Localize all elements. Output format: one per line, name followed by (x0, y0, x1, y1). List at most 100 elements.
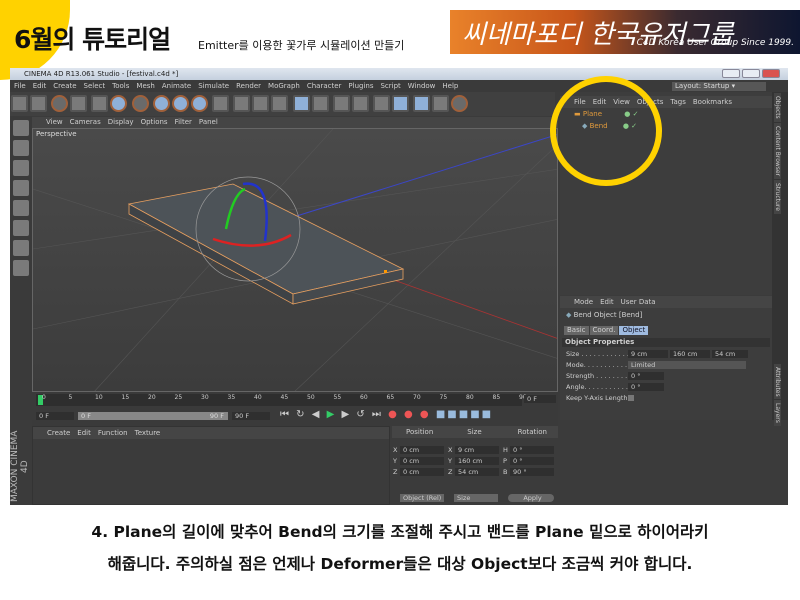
z-axis-icon[interactable] (190, 95, 208, 112)
move-tool-icon[interactable] (70, 95, 88, 112)
menu-item-help[interactable]: Help (442, 82, 458, 90)
size-z-field[interactable]: 54 cm (712, 350, 748, 358)
start-frame-field[interactable]: 0 F (36, 412, 74, 420)
menu-item-file[interactable]: File (14, 82, 26, 90)
menu-item-options[interactable]: Options (141, 118, 168, 126)
coord-mode-dropdown[interactable]: Object (Rel) (400, 494, 444, 502)
frame-range-slider[interactable]: 0 F 90 F (78, 412, 228, 420)
menu-item-create[interactable]: Create (53, 82, 76, 90)
menu-item-cameras[interactable]: Cameras (70, 118, 101, 126)
model-mode-icon[interactable] (13, 140, 29, 156)
viewport-perspective[interactable]: Perspective (32, 128, 558, 392)
menu-item-display[interactable]: Display (108, 118, 134, 126)
polygons-mode-icon[interactable] (13, 220, 29, 236)
make-editable-icon[interactable] (13, 120, 29, 136)
edges-mode-icon[interactable] (13, 200, 29, 216)
coord-field[interactable]: 54 cm (455, 468, 499, 476)
coordinate-system-icon[interactable] (212, 95, 230, 112)
coord-field[interactable]: 0 ° (510, 446, 554, 454)
rotate-tool-icon[interactable] (110, 95, 128, 112)
floor-icon[interactable] (413, 95, 431, 112)
coord-field[interactable]: 90 ° (510, 468, 554, 476)
scale-tool-icon[interactable] (91, 95, 109, 112)
coord-field[interactable]: 9 cm (455, 446, 499, 454)
undo-icon[interactable] (11, 95, 28, 112)
coord-field[interactable]: 0 cm (400, 468, 444, 476)
coord-field[interactable]: 0 cm (400, 457, 444, 465)
playback-controls[interactable]: ⏮ ↻ ◀ ▶ ▶ ↺ ⏭ ● ● ● ■■■■■ (280, 409, 493, 420)
menu-item-edit[interactable]: Edit (33, 82, 47, 90)
deformer-icon[interactable] (392, 95, 410, 112)
tab-basic[interactable]: Basic (564, 326, 589, 335)
end-frame-field[interactable]: 90 F (232, 412, 270, 420)
menu-item-tags[interactable]: Tags (670, 98, 686, 106)
menu-item-render[interactable]: Render (236, 82, 261, 90)
current-frame-field[interactable]: 0 F (524, 395, 556, 403)
x-axis-icon[interactable] (152, 95, 170, 112)
apply-button[interactable]: Apply (508, 494, 554, 502)
strength-field[interactable]: 0 ° (628, 372, 664, 380)
menu-item-create[interactable]: Create (47, 429, 70, 437)
key-filter-icons[interactable]: ■■■■■ (436, 409, 493, 420)
menu-item-select[interactable]: Select (84, 82, 106, 90)
menu-item-plugins[interactable]: Plugins (348, 82, 373, 90)
render-picture-viewer-icon[interactable] (252, 95, 270, 112)
menu-item-function[interactable]: Function (98, 429, 128, 437)
size-mode-dropdown[interactable]: Size (454, 494, 498, 502)
size-y-field[interactable]: 160 cm (670, 350, 710, 358)
menu-item-texture[interactable]: Texture (135, 429, 161, 437)
menu-item-panel[interactable]: Panel (199, 118, 218, 126)
menu-item-mograph[interactable]: MoGraph (268, 82, 300, 90)
menu-item-bookmarks[interactable]: Bookmarks (693, 98, 732, 106)
play-icon[interactable]: ▶ (327, 409, 337, 420)
side-tab-structure[interactable]: Structure (774, 179, 781, 214)
snap-icon[interactable] (13, 260, 29, 276)
array-icon[interactable] (351, 95, 369, 112)
menu-item-mode[interactable]: Mode (574, 298, 593, 306)
menu-item-mesh[interactable]: Mesh (136, 82, 154, 90)
menu-item-character[interactable]: Character (307, 82, 342, 90)
keep-y-axis-checkbox[interactable] (628, 395, 634, 401)
render-view-icon[interactable] (233, 95, 251, 112)
close-button[interactable] (762, 69, 780, 78)
redo-icon[interactable] (30, 95, 47, 112)
side-tab-content-browser[interactable]: Content Browser (774, 122, 781, 179)
spline-icon[interactable] (311, 95, 329, 112)
light-icon[interactable] (451, 95, 469, 112)
menu-item-script[interactable]: Script (380, 82, 400, 90)
texture-mode-icon[interactable] (13, 160, 29, 176)
axis-mode-icon[interactable] (13, 240, 29, 256)
menu-item-tools[interactable]: Tools (112, 82, 129, 90)
tab-object[interactable]: Object (619, 326, 649, 335)
tab-coord[interactable]: Coord. (589, 326, 619, 335)
coord-field[interactable]: 0 ° (510, 457, 554, 465)
menu-item-animate[interactable]: Animate (162, 82, 191, 90)
menu-item-edit[interactable]: Edit (600, 298, 614, 306)
angle-field[interactable]: 0 ° (628, 383, 664, 391)
menu-item-user-data[interactable]: User Data (621, 298, 656, 306)
render-settings-icon[interactable] (271, 95, 289, 112)
side-tab-objects[interactable]: Objects (774, 93, 781, 122)
y-axis-icon[interactable] (171, 95, 189, 112)
points-mode-icon[interactable] (13, 180, 29, 196)
mograph-icon[interactable] (373, 95, 391, 112)
maximize-button[interactable] (742, 69, 760, 78)
timeline-ruler[interactable]: 0 5 10 15 20 25 30 35 40 45 50 55 60 65 70 75 80 85 90 (36, 394, 527, 406)
record-keys-icon[interactable]: ● ● ● (388, 409, 431, 420)
recent-tool-icon[interactable] (131, 95, 149, 112)
side-tab-attributes[interactable]: Attributes (774, 363, 781, 400)
minimize-button[interactable] (722, 69, 740, 78)
menu-item-view[interactable]: View (46, 118, 63, 126)
select-tool-icon[interactable] (51, 95, 69, 112)
menu-item-simulate[interactable]: Simulate (198, 82, 229, 90)
size-x-field[interactable]: 9 cm (628, 350, 668, 358)
coord-field[interactable]: 160 cm (455, 457, 499, 465)
mode-dropdown[interactable]: Limited (628, 361, 746, 369)
coord-field[interactable]: 0 cm (400, 446, 444, 454)
menu-item-filter[interactable]: Filter (175, 118, 192, 126)
side-tab-layers[interactable]: Layers (774, 400, 781, 427)
layout-dropdown[interactable]: Layout: Startup ▾ (672, 82, 766, 91)
menu-item-window[interactable]: Window (408, 82, 436, 90)
camera-icon[interactable] (432, 95, 450, 112)
cube-icon[interactable] (292, 95, 310, 112)
